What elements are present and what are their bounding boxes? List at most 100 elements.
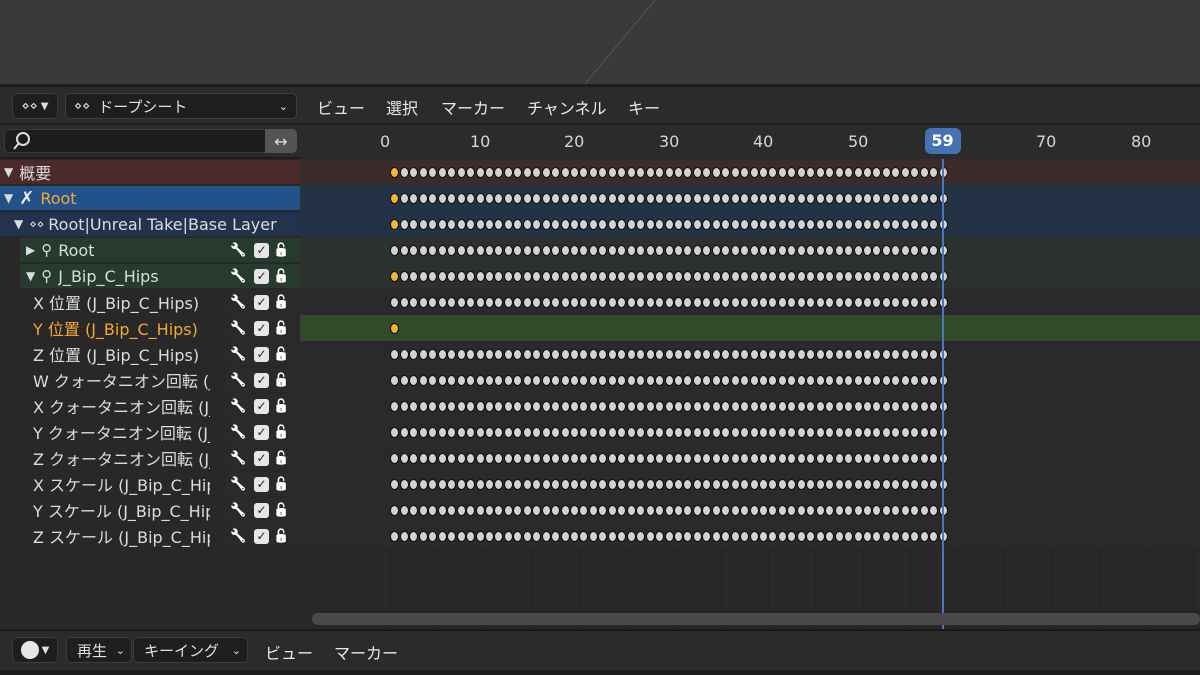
keyframe[interactable]	[588, 375, 598, 386]
keyframe[interactable]	[645, 453, 655, 464]
keyframe[interactable]	[655, 349, 665, 360]
keyframe[interactable]	[796, 245, 806, 256]
keyframe[interactable]	[900, 505, 910, 516]
keyframe[interactable]	[881, 375, 891, 386]
keyframe[interactable]	[503, 479, 513, 490]
keyframe[interactable]	[853, 193, 863, 204]
enable-checkbox[interactable]: ✓	[254, 424, 269, 440]
keyframe[interactable]	[862, 219, 872, 230]
keyframe[interactable]	[503, 427, 513, 438]
keyframe[interactable]	[456, 479, 466, 490]
wrench-icon[interactable]: 🔧	[230, 529, 250, 544]
keyframe[interactable]	[541, 271, 551, 282]
keyframe[interactable]	[466, 401, 476, 412]
keyframe[interactable]	[655, 375, 665, 386]
keyframe[interactable]	[475, 401, 485, 412]
keyframe[interactable]	[881, 531, 891, 542]
collapse-icon[interactable]: ▼	[4, 191, 13, 205]
wrench-icon[interactable]: 🔧	[230, 451, 250, 466]
keyframe[interactable]	[456, 219, 466, 230]
keyframe[interactable]	[815, 427, 825, 438]
keyframe[interactable]	[456, 401, 466, 412]
keyframe[interactable]	[900, 479, 910, 490]
keyframe[interactable]	[711, 349, 721, 360]
keyframe[interactable]	[711, 453, 721, 464]
keyframe[interactable]	[541, 297, 551, 308]
keyframe[interactable]	[588, 401, 598, 412]
keyframe[interactable]	[759, 349, 768, 360]
keyframe[interactable]	[834, 349, 844, 360]
keyframe[interactable]	[437, 401, 447, 412]
keyframe[interactable]	[607, 245, 617, 256]
keyframe[interactable]	[664, 219, 674, 230]
keyframe[interactable]	[560, 427, 570, 438]
keyframe[interactable]	[541, 531, 551, 542]
keyframe[interactable]	[437, 505, 447, 516]
keyframe[interactable]	[815, 401, 825, 412]
keyframe[interactable]	[607, 401, 617, 412]
unlock-icon[interactable]: 🔓	[273, 347, 289, 362]
enable-checkbox[interactable]: ✓	[254, 242, 269, 258]
keyframe[interactable]	[759, 167, 768, 178]
keyframe[interactable]	[522, 401, 532, 412]
keyframe[interactable]	[749, 297, 759, 308]
keyframe[interactable]	[626, 245, 636, 256]
keyframe[interactable]	[711, 505, 721, 516]
keyframe[interactable]	[626, 219, 636, 230]
keyframe[interactable]	[522, 505, 532, 516]
wrench-icon[interactable]: 🔧	[230, 373, 250, 388]
keyframe[interactable]	[570, 375, 579, 386]
keyframe[interactable]	[692, 401, 702, 412]
keyframe[interactable]	[588, 479, 598, 490]
keyframe[interactable]	[560, 271, 570, 282]
keyframe[interactable]	[522, 167, 532, 178]
enable-checkbox[interactable]: ✓	[254, 476, 269, 492]
keyframe[interactable]	[655, 245, 665, 256]
keyframe[interactable]	[673, 219, 683, 230]
keyframe[interactable]	[655, 167, 665, 178]
keyframe[interactable]	[919, 375, 929, 386]
keyframe[interactable]	[692, 479, 702, 490]
keyframe[interactable]	[626, 349, 636, 360]
keyframe[interactable]	[881, 479, 891, 490]
keyframe[interactable]	[853, 271, 863, 282]
keyframe[interactable]	[834, 219, 844, 230]
keyframe[interactable]	[503, 349, 513, 360]
keyframe[interactable]	[418, 375, 428, 386]
keyframe[interactable]	[541, 219, 551, 230]
keyframe[interactable]	[541, 193, 551, 204]
keyframe[interactable]	[456, 271, 466, 282]
keyframe[interactable]	[815, 245, 825, 256]
keyframe[interactable]	[522, 193, 532, 204]
keyframe[interactable]	[466, 297, 476, 308]
keyframe[interactable]	[862, 167, 872, 178]
wrench-icon[interactable]: 🔧	[230, 269, 250, 284]
unlock-icon[interactable]: 🔓	[273, 529, 289, 544]
enable-checkbox[interactable]: ✓	[254, 346, 269, 362]
keyframe[interactable]	[655, 505, 665, 516]
keyframe[interactable]	[730, 219, 740, 230]
keyframe[interactable]	[645, 297, 655, 308]
channel-row[interactable]: ▼ ⋄⋄ Root|Unreal Take|Base Layer	[0, 212, 300, 236]
keyframe[interactable]	[607, 167, 617, 178]
keyframe[interactable]	[607, 453, 617, 464]
keyframe[interactable]	[749, 531, 759, 542]
keyframe[interactable]	[673, 453, 683, 464]
keyframe[interactable]	[749, 427, 759, 438]
keyframe[interactable]	[475, 219, 485, 230]
unlock-icon[interactable]: 🔓	[273, 399, 289, 414]
keyframe[interactable]	[815, 219, 825, 230]
keyframe[interactable]	[673, 427, 683, 438]
keyframe[interactable]	[900, 427, 910, 438]
keyframe[interactable]	[466, 167, 476, 178]
keyframe[interactable]	[607, 297, 617, 308]
keyframe[interactable]	[626, 531, 636, 542]
keyframe[interactable]	[844, 193, 854, 204]
keyframe[interactable]	[796, 401, 806, 412]
keyframe[interactable]	[626, 271, 636, 282]
keyframe[interactable]	[777, 505, 787, 516]
keyframe[interactable]	[503, 505, 513, 516]
keyframe[interactable]	[900, 349, 910, 360]
keyframe[interactable]	[456, 167, 466, 178]
keyframe[interactable]	[862, 349, 872, 360]
